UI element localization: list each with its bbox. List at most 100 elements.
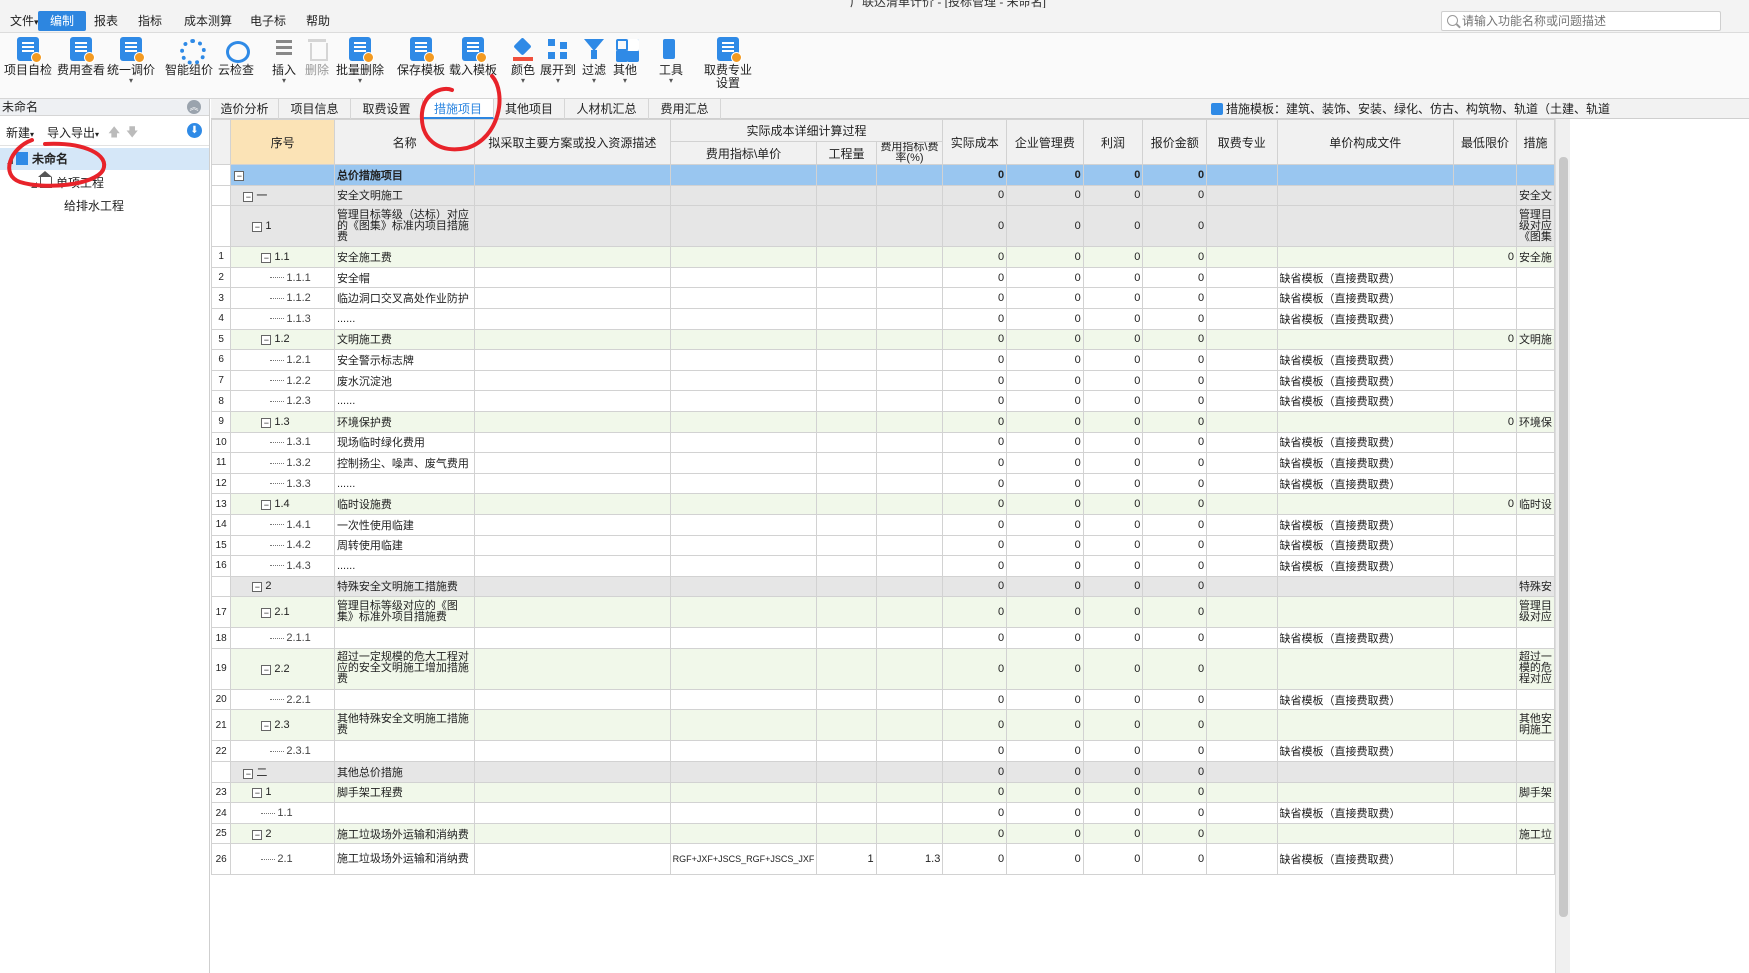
- actual-cost-cell[interactable]: 0: [942, 349, 1008, 371]
- grid-row[interactable]: 25−2 施工垃圾场外运输和消纳费 0 0 0 0 施工垃: [211, 822, 1555, 845]
- menu-item-1[interactable]: 编制: [38, 11, 87, 31]
- unit-file-cell[interactable]: 缺省模板（直接费取费）: [1276, 307, 1454, 330]
- name-cell[interactable]: 临时设施费: [333, 493, 476, 515]
- quantity-cell[interactable]: [816, 287, 877, 309]
- plan-cell[interactable]: [474, 647, 671, 690]
- fee-major-cell[interactable]: [1206, 184, 1278, 207]
- quote-cell[interactable]: 0: [1142, 627, 1208, 649]
- min-price-cell[interactable]: 0: [1453, 246, 1517, 268]
- collapse-toggle-icon[interactable]: −: [243, 768, 254, 779]
- actual-cost-cell[interactable]: 0: [942, 472, 1008, 495]
- unit-file-cell[interactable]: [1276, 205, 1454, 248]
- fee-major-cell[interactable]: [1206, 555, 1278, 577]
- quantity-cell[interactable]: [816, 452, 877, 474]
- grid-row[interactable]: 21−2.3 其他特殊安全文明施工措施费 0 0 0 0 其他安明施工: [211, 709, 1555, 742]
- profit-cell[interactable]: 0: [1082, 493, 1144, 515]
- mgmt-fee-cell[interactable]: 0: [1006, 781, 1084, 804]
- index-price-cell[interactable]: [669, 740, 818, 763]
- profit-header[interactable]: 利润: [1082, 119, 1144, 165]
- fee-major-cell[interactable]: [1206, 266, 1278, 289]
- name-cell[interactable]: 施工垃圾场外运输和消纳费: [333, 822, 476, 845]
- mgmt-fee-cell[interactable]: 0: [1006, 472, 1084, 495]
- min-price-cell[interactable]: [1453, 390, 1517, 412]
- dropdown-caret-icon[interactable]: ▾: [508, 77, 538, 85]
- index-price-cell[interactable]: [669, 647, 818, 690]
- profit-cell[interactable]: 0: [1082, 184, 1144, 207]
- rate-cell[interactable]: [875, 575, 944, 598]
- quote-cell[interactable]: 0: [1142, 246, 1208, 268]
- plan-cell[interactable]: [474, 307, 671, 330]
- collapse-toggle-icon[interactable]: −: [261, 335, 272, 346]
- index-price-cell[interactable]: [669, 431, 818, 454]
- ribbon-button-4[interactable]: 云检查: [216, 35, 256, 97]
- index-price-cell[interactable]: [669, 452, 818, 474]
- seq-cell[interactable]: 1.2.1: [230, 349, 335, 371]
- measure-cell[interactable]: [1515, 740, 1555, 763]
- name-cell[interactable]: 控制扬尘、噪声、废气费用: [333, 452, 476, 474]
- mgmt-fee-cell[interactable]: 0: [1006, 534, 1084, 557]
- dropdown-caret-icon[interactable]: ▾: [610, 77, 640, 85]
- seq-cell[interactable]: −1: [230, 781, 335, 804]
- min-price-cell[interactable]: [1453, 740, 1517, 763]
- rate-cell[interactable]: [875, 431, 944, 454]
- unit-file-cell[interactable]: [1276, 328, 1454, 351]
- unit-file-cell[interactable]: [1276, 709, 1454, 742]
- mgmt-fee-cell[interactable]: 0: [1006, 555, 1084, 577]
- seq-cell[interactable]: −2.1: [230, 596, 335, 629]
- rate-cell[interactable]: [875, 761, 944, 783]
- seq-cell[interactable]: − 一: [230, 184, 335, 207]
- measure-cell[interactable]: [1515, 266, 1555, 289]
- rate-cell[interactable]: [875, 349, 944, 371]
- search-input[interactable]: [1462, 13, 1717, 29]
- quote-cell[interactable]: 0: [1142, 781, 1208, 804]
- min-price-cell[interactable]: [1453, 184, 1517, 207]
- quantity-cell[interactable]: [816, 688, 877, 711]
- seq-header[interactable]: 序号: [230, 119, 335, 165]
- quote-cell[interactable]: 0: [1142, 555, 1208, 577]
- quote-cell[interactable]: 0: [1142, 513, 1208, 536]
- index-price-cell[interactable]: [669, 410, 818, 433]
- min-price-cell[interactable]: [1453, 709, 1517, 742]
- index-price-cell[interactable]: [669, 307, 818, 330]
- seq-cell[interactable]: −2: [230, 822, 335, 845]
- min-price-cell[interactable]: [1453, 307, 1517, 330]
- unit-file-cell[interactable]: 缺省模板（直接费取费）: [1276, 627, 1454, 649]
- name-cell[interactable]: 管理目标等级对应的《图集》标准外项目措施费: [333, 596, 476, 629]
- mgmt-fee-cell[interactable]: 0: [1006, 688, 1084, 711]
- rate-cell[interactable]: [875, 513, 944, 536]
- name-header[interactable]: 名称: [333, 119, 476, 165]
- tree-expand-icon[interactable]: ◢: [28, 174, 40, 196]
- quote-cell[interactable]: 0: [1142, 266, 1208, 289]
- collapse-pane-icon[interactable]: ︽: [187, 100, 201, 114]
- unit-file-cell[interactable]: 缺省模板（直接费取费）: [1276, 534, 1454, 557]
- plan-cell[interactable]: [474, 390, 671, 412]
- seq-cell[interactable]: 1.4.1: [230, 513, 335, 536]
- collapse-toggle-icon[interactable]: −: [261, 721, 272, 732]
- plan-cell[interactable]: [474, 843, 671, 876]
- measure-cell[interactable]: [1515, 843, 1555, 876]
- mgmt-fee-cell[interactable]: 0: [1006, 843, 1084, 876]
- measure-cell[interactable]: 施工垃: [1515, 822, 1555, 845]
- unit-file-cell[interactable]: 缺省模板（直接费取费）: [1276, 843, 1454, 876]
- ribbon-button-13[interactable]: 其他 ▾: [610, 35, 640, 97]
- measure-cell[interactable]: [1515, 534, 1555, 557]
- index-price-cell[interactable]: [669, 513, 818, 536]
- measure-cell[interactable]: [1515, 627, 1555, 649]
- rate-cell[interactable]: [875, 534, 944, 557]
- index-price-cell[interactable]: [669, 575, 818, 598]
- profit-cell[interactable]: 0: [1082, 164, 1144, 186]
- grid-row[interactable]: − 二其他总价措施 0 0 0 0: [211, 761, 1555, 783]
- seq-cell[interactable]: 1.3.1: [230, 431, 335, 454]
- profit-cell[interactable]: 0: [1082, 688, 1144, 711]
- quote-cell[interactable]: 0: [1142, 307, 1208, 330]
- rate-cell[interactable]: [875, 781, 944, 804]
- function-search-box[interactable]: [1441, 11, 1721, 31]
- index-price-cell[interactable]: [669, 184, 818, 207]
- actual-cost-cell[interactable]: 0: [942, 246, 1008, 268]
- actual-cost-cell[interactable]: 0: [942, 493, 1008, 515]
- quantity-cell[interactable]: [816, 513, 877, 536]
- quote-cell[interactable]: 0: [1142, 205, 1208, 248]
- actual-cost-cell[interactable]: 0: [942, 596, 1008, 629]
- vertical-scrollbar[interactable]: [1555, 119, 1570, 973]
- min-price-cell[interactable]: [1453, 205, 1517, 248]
